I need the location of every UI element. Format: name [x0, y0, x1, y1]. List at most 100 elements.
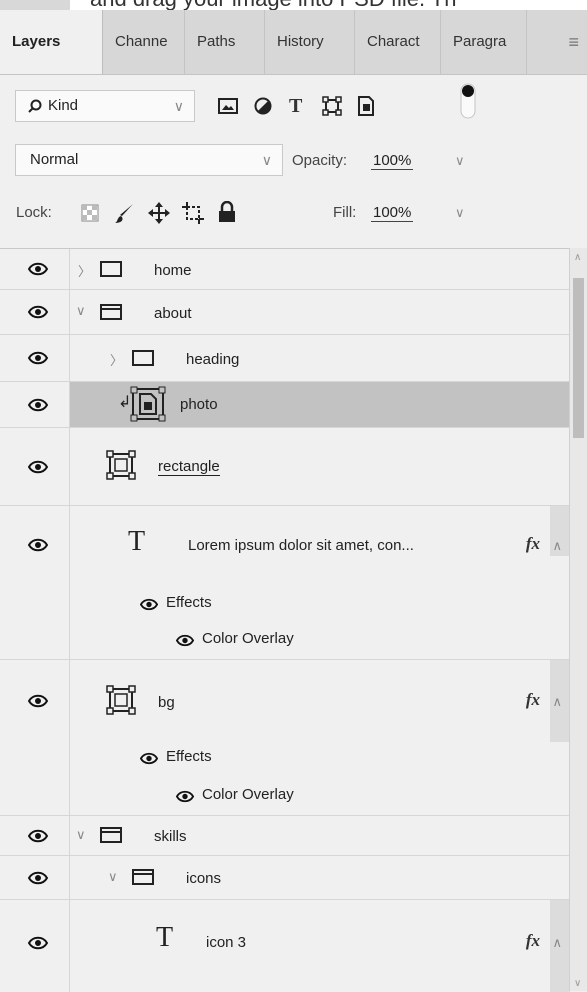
type-layer-icon: T	[128, 526, 146, 557]
panel-tabs: Layers Channe Paths History Charact Para…	[0, 10, 587, 75]
visibility-toggle[interactable]	[0, 816, 70, 855]
opacity-label: Opacity:	[292, 152, 348, 169]
lock-artboard-icon[interactable]	[182, 202, 204, 224]
shape-filter-icon[interactable]	[322, 96, 342, 116]
fx-icon[interactable]: fx	[526, 534, 540, 554]
lock-image-pixels-icon[interactable]	[114, 202, 136, 224]
folder-icon	[100, 261, 122, 277]
visibility-toggle[interactable]	[0, 428, 70, 505]
eye-icon	[28, 460, 48, 474]
lock-position-icon[interactable]	[148, 202, 170, 224]
layer-name: heading	[186, 351, 240, 368]
layer-row-lorem-text[interactable]: T Lorem ipsum dolor sit amet, con... fx …	[0, 506, 570, 660]
visibility-toggle[interactable]	[0, 856, 70, 899]
chevron-right-icon[interactable]: 〉	[78, 261, 91, 280]
eye-icon[interactable]	[176, 790, 194, 803]
layer-row-skills[interactable]: ∨ skills	[0, 816, 570, 856]
tab-channels[interactable]: Channe	[103, 10, 185, 74]
chevron-down-icon[interactable]: ∨	[108, 869, 118, 885]
chevron-up-icon[interactable]: ∧	[552, 935, 562, 951]
caption-text: and drag your image into PSD file. Th	[90, 0, 456, 10]
eye-icon	[28, 829, 48, 843]
chevron-right-icon[interactable]: 〉	[110, 350, 123, 369]
scroll-down-arrow-icon[interactable]: ∨	[574, 978, 581, 989]
eye-icon	[28, 871, 48, 885]
eye-icon	[28, 351, 48, 365]
panel-menu-icon[interactable]: ≡	[568, 10, 579, 74]
eye-icon	[28, 398, 48, 412]
layer-name: photo	[180, 396, 218, 413]
caption-block	[0, 0, 70, 10]
chevron-down-icon[interactable]: ∨	[76, 827, 86, 843]
type-filter-icon[interactable]: T	[289, 96, 302, 116]
layer-row-heading[interactable]: 〉 heading	[0, 335, 570, 382]
eye-icon	[28, 936, 48, 950]
layer-row-icons[interactable]: ∨ icons	[0, 856, 570, 900]
image-filter-icon[interactable]	[218, 98, 238, 114]
layers-scrollbar[interactable]: ∧ ∨	[569, 248, 587, 991]
visibility-toggle[interactable]	[0, 382, 70, 427]
caption-strip: and drag your image into PSD file. Th	[0, 0, 587, 10]
effects-label: Effects	[166, 748, 212, 765]
visibility-toggle[interactable]	[0, 660, 70, 815]
chevron-up-icon[interactable]: ∧	[552, 694, 562, 710]
eye-icon	[28, 538, 48, 552]
visibility-toggle[interactable]	[0, 506, 70, 659]
filter-kind-label: Kind	[48, 97, 79, 114]
layer-name: Lorem ipsum dolor sit amet, con...	[188, 537, 414, 554]
fx-icon[interactable]: fx	[526, 690, 540, 710]
filter-toggle-icon[interactable]	[459, 82, 477, 120]
folder-open-icon	[100, 304, 122, 320]
scrollbar-thumb[interactable]	[573, 278, 584, 438]
layer-name: home	[154, 262, 192, 279]
chevron-down-icon[interactable]: ∨	[455, 205, 465, 221]
shape-layer-icon	[106, 685, 136, 715]
fx-icon[interactable]: fx	[526, 931, 540, 951]
eye-icon[interactable]	[140, 598, 158, 611]
layer-row-photo[interactable]: ↲ photo	[0, 382, 570, 428]
smart-object-filter-icon[interactable]	[357, 96, 375, 116]
eye-icon	[28, 262, 48, 276]
blend-mode-select[interactable]: Normal ∨	[15, 144, 283, 176]
layers-list: 〉 home ∨ about 〉 heading ↲ photo rectang…	[0, 248, 587, 992]
effects-label: Effects	[166, 594, 212, 611]
chevron-down-icon[interactable]: ∨	[76, 303, 86, 319]
search-icon	[28, 99, 42, 113]
folder-open-icon	[100, 827, 122, 843]
chevron-down-icon: ∨	[261, 152, 272, 168]
eye-icon[interactable]	[140, 752, 158, 765]
opacity-value[interactable]: 100%	[371, 152, 414, 170]
adjustment-filter-icon[interactable]	[254, 97, 272, 115]
blend-row: Normal ∨ Opacity: 100% ∨	[0, 140, 587, 190]
color-overlay-label: Color Overlay	[202, 786, 294, 803]
lock-all-icon[interactable]	[218, 201, 236, 223]
layer-row-icon-3[interactable]: T icon 3 fx ∧	[0, 900, 570, 992]
lock-row: Lock: Fill: 100% ∨	[0, 192, 587, 248]
fill-value[interactable]: 100%	[371, 204, 414, 222]
folder-open-icon	[132, 869, 154, 885]
layer-row-rectangle[interactable]: rectangle	[0, 428, 570, 506]
tab-paths[interactable]: Paths	[185, 10, 265, 74]
scroll-up-arrow-icon[interactable]: ∧	[574, 252, 581, 263]
visibility-toggle[interactable]	[0, 335, 70, 381]
eye-icon	[28, 305, 48, 319]
visibility-toggle[interactable]	[0, 249, 70, 289]
tab-history[interactable]: History	[265, 10, 355, 74]
layer-row-about[interactable]: ∨ about	[0, 290, 570, 335]
visibility-toggle[interactable]	[0, 900, 70, 992]
chevron-up-icon[interactable]: ∧	[552, 538, 562, 554]
layer-row-bg[interactable]: bg fx ∧ Effects Color Overlay	[0, 660, 570, 816]
filter-kind-select[interactable]: Kind ∨	[15, 90, 195, 122]
lock-transparent-pixels-icon[interactable]	[81, 204, 99, 222]
tab-layers[interactable]: Layers	[0, 10, 103, 74]
smart-object-thumbnail-icon	[130, 386, 166, 422]
layer-name: icons	[186, 870, 222, 887]
tab-paragraph[interactable]: Paragra	[441, 10, 527, 74]
fill-label: Fill:	[333, 204, 357, 221]
tab-character[interactable]: Charact	[355, 10, 441, 74]
eye-icon	[28, 694, 48, 708]
visibility-toggle[interactable]	[0, 290, 70, 334]
layer-row-home[interactable]: 〉 home	[0, 249, 570, 290]
chevron-down-icon[interactable]: ∨	[455, 153, 465, 169]
eye-icon[interactable]	[176, 634, 194, 647]
